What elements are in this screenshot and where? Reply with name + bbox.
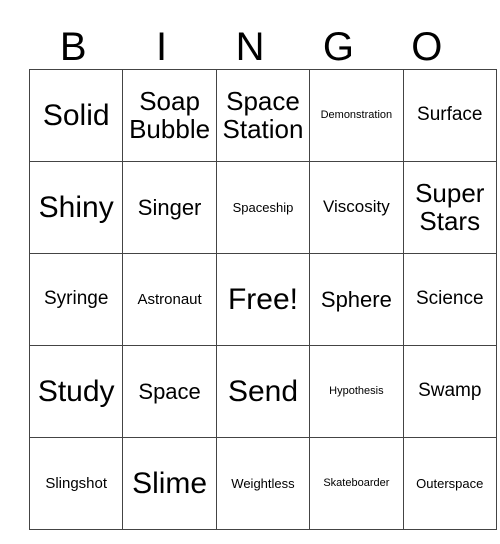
bingo-cell-label: Weightless (231, 475, 295, 491)
bingo-cell[interactable]: Surface (402, 69, 497, 162)
bingo-cell[interactable]: Slime (122, 437, 217, 530)
bingo-cell[interactable]: Skateboarder (309, 437, 404, 530)
bingo-cell-label: Slingshot (45, 474, 108, 492)
bingo-row: Slingshot Slime Weightless Skateboarder … (28, 437, 497, 530)
bingo-row: Syringe Astronaut Free! Sphere Science (28, 253, 497, 346)
bingo-cell-free[interactable]: Free! (215, 253, 311, 346)
bingo-cell-label: Soap Bubble (129, 85, 211, 144)
bingo-cell[interactable]: Hypothesis (309, 345, 404, 438)
bingo-cell[interactable]: Science (402, 253, 497, 346)
bingo-row: Shiny Singer Spaceship Viscosity Super S… (28, 161, 497, 254)
bingo-cell[interactable]: Sphere (309, 253, 404, 346)
bingo-cell-label: Skateboarder (323, 476, 390, 489)
bingo-cell-label: Slime (132, 466, 208, 500)
bingo-cell-label: Surface (417, 104, 483, 126)
bingo-cell-label: Viscosity (322, 197, 390, 217)
bingo-cell-label: Solid (42, 98, 110, 132)
bingo-cell-label: Swamp (418, 380, 482, 402)
bingo-cell-label: Hypothesis (329, 384, 384, 397)
bingo-cell-label: Outerspace (416, 475, 484, 491)
bingo-cell-label: Syringe (43, 288, 109, 310)
bingo-cell-label: Super Stars (415, 177, 485, 236)
bingo-cell[interactable]: Shiny (28, 161, 124, 254)
header-letter-o: O (411, 25, 443, 69)
bingo-cell-label: Science (415, 288, 484, 310)
bingo-cell[interactable]: Astronaut (122, 253, 217, 346)
bingo-cell-label: Space (138, 378, 201, 404)
bingo-cell[interactable]: Weightless (215, 437, 311, 530)
bingo-row: Solid Soap Bubble Space Station Demonstr… (28, 69, 497, 162)
bingo-cell[interactable]: Swamp (402, 345, 497, 438)
bingo-cell[interactable]: Study (28, 345, 124, 438)
bingo-cell-label: Sphere (320, 286, 392, 312)
bingo-cell[interactable]: Demonstration (309, 69, 404, 162)
bingo-cell-label: Demonstration (320, 108, 393, 121)
bingo-cell-label: Free! (227, 282, 298, 316)
bingo-cell-label: Send (227, 374, 299, 408)
bingo-cell[interactable]: Syringe (28, 253, 124, 346)
bingo-cell[interactable]: Space Station (215, 69, 311, 162)
bingo-cell[interactable]: Viscosity (309, 161, 404, 254)
header-letter-b: B (59, 25, 87, 69)
bingo-cell[interactable]: Solid (28, 69, 124, 162)
header-letter-n: N (235, 25, 265, 69)
bingo-cell[interactable]: Super Stars (402, 161, 497, 254)
bingo-header-row: B I N G O (29, 14, 471, 69)
header-letter-i: I (156, 25, 168, 69)
bingo-cell-label: Spaceship (232, 199, 294, 215)
bingo-cell-label: Space Station (222, 85, 304, 144)
bingo-cell-label: Astronaut (137, 290, 202, 308)
bingo-grid: Solid Soap Bubble Space Station Demonstr… (28, 69, 497, 530)
bingo-card: B I N G O Solid Soap Bubble Space Statio… (28, 14, 497, 530)
bingo-cell[interactable]: Soap Bubble (122, 69, 217, 162)
bingo-cell[interactable]: Send (215, 345, 311, 438)
bingo-cell[interactable]: Singer (122, 161, 217, 254)
header-letter-g: G (322, 25, 354, 69)
bingo-cell-label: Shiny (38, 190, 114, 224)
bingo-cell[interactable]: Spaceship (215, 161, 311, 254)
bingo-cell-label: Study (37, 374, 115, 408)
bingo-cell[interactable]: Slingshot (28, 437, 124, 530)
bingo-row: Study Space Send Hypothesis Swamp (28, 345, 497, 438)
bingo-cell[interactable]: Outerspace (402, 437, 497, 530)
bingo-cell[interactable]: Space (122, 345, 217, 438)
bingo-cell-label: Singer (137, 194, 202, 220)
